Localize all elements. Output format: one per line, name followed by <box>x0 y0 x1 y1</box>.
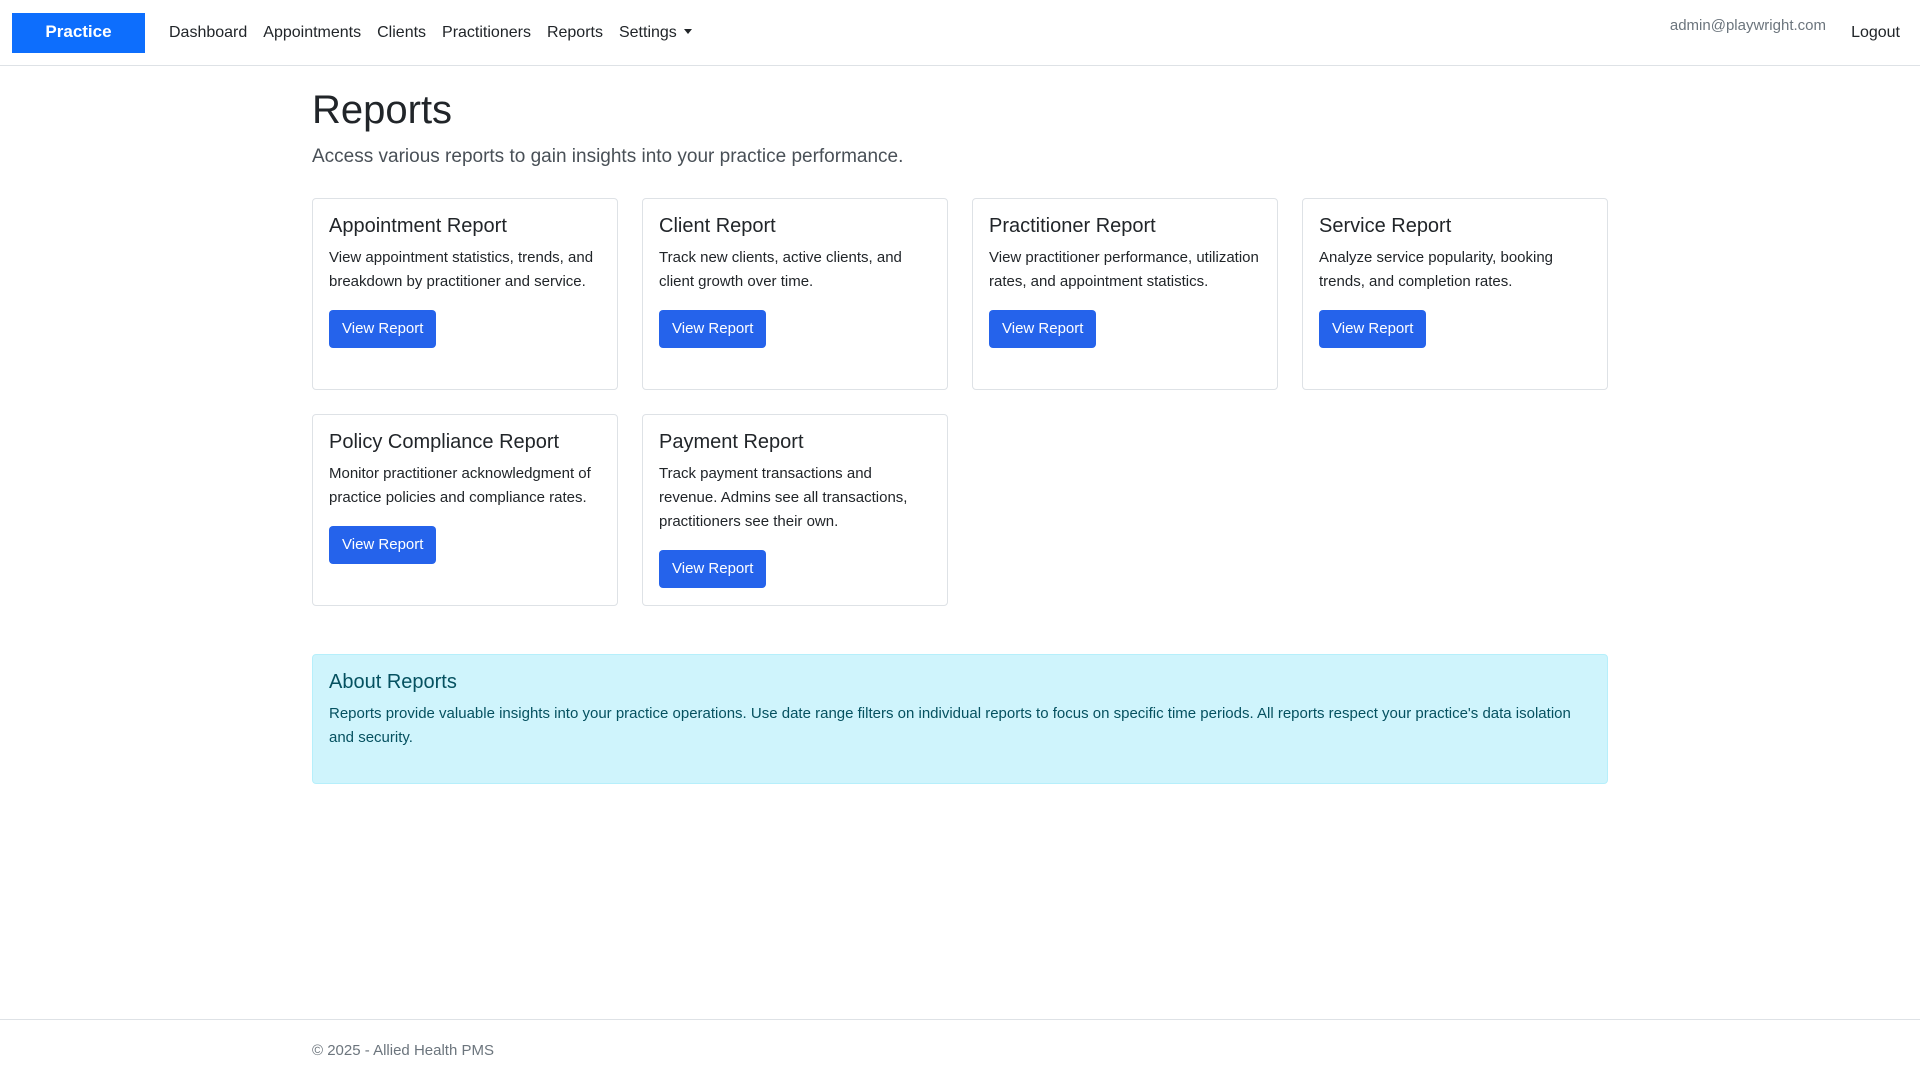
card-service-report: Service Report Analyze service popularit… <box>1302 198 1608 390</box>
about-reports-title: About Reports <box>329 671 457 693</box>
top-navbar: Practice Dashboard Appointments Clients … <box>0 0 1920 66</box>
view-policy-compliance-report-button[interactable]: View Report <box>329 526 437 564</box>
card-text: View practitioner performance, utilizati… <box>989 249 1259 290</box>
brand-button[interactable]: Practice <box>12 13 145 53</box>
view-appointment-report-button[interactable]: View Report <box>329 310 437 348</box>
nav-link-appointments[interactable]: Appointments <box>263 24 361 42</box>
nav-link-dashboard[interactable]: Dashboard <box>169 24 247 42</box>
card-title: Practitioner Report <box>989 215 1156 237</box>
nav-link-clients[interactable]: Clients <box>377 24 426 42</box>
report-cards: Appointment Report View appointment stat… <box>312 198 1608 606</box>
card-text: Analyze service popularity, booking tren… <box>1319 249 1554 290</box>
card-payment-report: Payment Report Track payment transaction… <box>642 414 948 606</box>
nav-settings-label: Settings <box>618 24 677 41</box>
card-title: Payment Report <box>659 431 804 453</box>
card-title: Appointment Report <box>329 215 507 237</box>
card-text: Monitor practitioner acknowledgment of p… <box>329 465 591 506</box>
card-title: Policy Compliance Report <box>329 431 560 453</box>
nav-link-reports[interactable]: Reports <box>547 24 603 42</box>
card-text: Track payment transactions and revenue. … <box>659 465 908 530</box>
user-email: admin@playwright.com <box>1669 17 1826 34</box>
about-reports-alert: About Reports Reports provide valuable i… <box>312 654 1608 784</box>
view-practitioner-report-button[interactable]: View Report <box>989 310 1097 348</box>
page-title: Reports <box>312 88 453 132</box>
main-content: Reports Access various reports to gain i… <box>312 66 1608 784</box>
view-payment-report-button[interactable]: View Report <box>659 550 767 588</box>
card-policy-compliance-report: Policy Compliance Report Monitor practit… <box>312 414 618 606</box>
card-text: Track new clients, active clients, and c… <box>659 249 902 290</box>
logout-link[interactable]: Logout <box>1851 24 1900 42</box>
card-client-report: Client Report Track new clients, active … <box>642 198 948 390</box>
view-service-report-button[interactable]: View Report <box>1319 310 1427 348</box>
nav-link-practitioners[interactable]: Practitioners <box>442 24 531 42</box>
page-footer: © 2025 - Allied Health PMS <box>0 1019 1920 1080</box>
about-reports-text: Reports provide valuable insights into y… <box>329 705 1571 746</box>
nav-settings-dropdown[interactable]: Settings <box>619 24 692 42</box>
card-title: Service Report <box>1319 215 1452 237</box>
footer-copyright: © 2025 - Allied Health PMS <box>312 1042 494 1059</box>
card-text: View appointment statistics, trends, and… <box>329 249 594 290</box>
nav-links: Dashboard Appointments Clients Practitio… <box>169 0 708 66</box>
view-client-report-button[interactable]: View Report <box>659 310 767 348</box>
caret-down-icon <box>683 29 692 34</box>
card-practitioner-report: Practitioner Report View practitioner pe… <box>972 198 1278 390</box>
card-appointment-report: Appointment Report View appointment stat… <box>312 198 618 390</box>
card-title: Client Report <box>659 215 776 237</box>
page-subtitle: Access various reports to gain insights … <box>312 146 904 167</box>
